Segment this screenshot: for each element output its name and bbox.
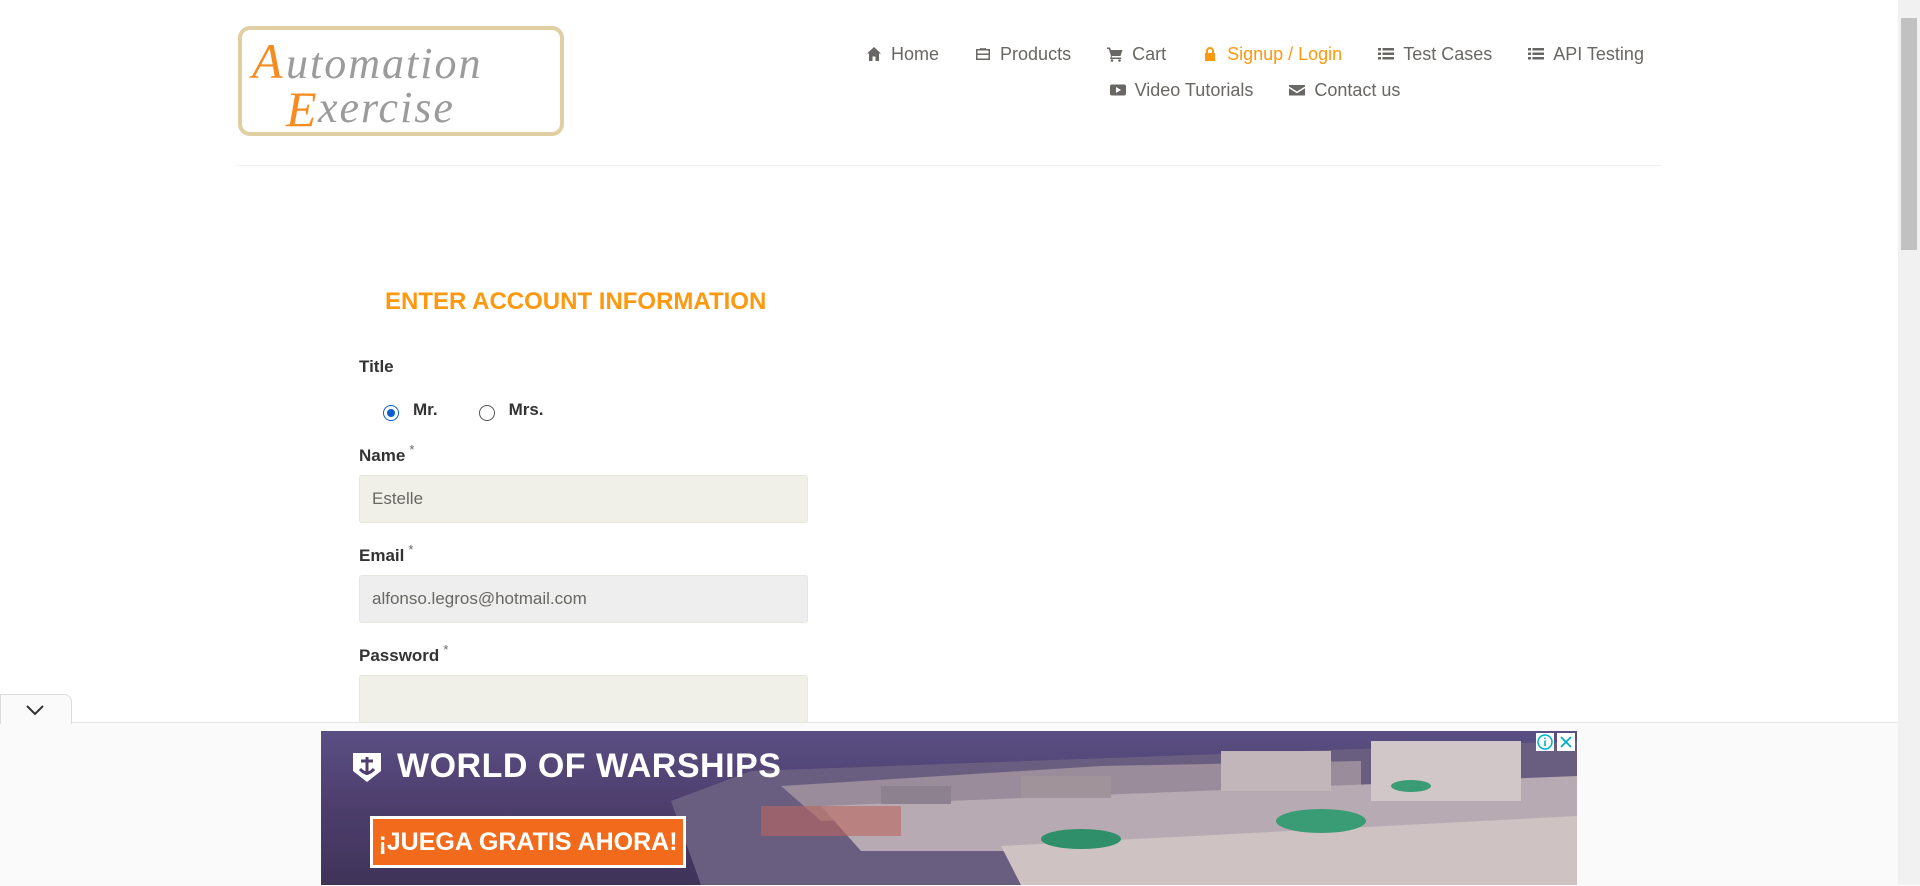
radio-mrs[interactable] [478, 405, 495, 421]
logo-letter-a: A [249, 33, 283, 89]
ad-controls [1536, 733, 1575, 751]
form-title: ENTER ACCOUNT INFORMATION [385, 288, 767, 315]
youtube-icon [1109, 84, 1126, 96]
ad-collapse-toggle[interactable] [0, 694, 72, 724]
ad-cta-button[interactable]: ¡JUEGA GRATIS AHORA! [370, 816, 686, 868]
email-label: Email * [359, 542, 414, 565]
nav-contact-us-label: Contact us [1314, 80, 1401, 100]
anchor-shield-icon [353, 752, 381, 782]
ad-close-button[interactable] [1557, 733, 1575, 751]
list-icon [1378, 48, 1395, 60]
nav-video-tutorials-label: Video Tutorials [1134, 80, 1254, 100]
nav-signup-login[interactable]: Signup / Login [1202, 36, 1342, 72]
nav-row-1: Home Products Cart Signup / Login Test C… [640, 36, 1870, 72]
password-field[interactable] [359, 675, 808, 723]
title-label: Title [359, 357, 394, 376]
cart-icon [1107, 47, 1123, 62]
title-radio-group: Mr. Mrs. [383, 400, 585, 421]
nav-api-testing[interactable]: API Testing [1528, 36, 1644, 72]
nav-signup-login-label: Signup / Login [1227, 44, 1343, 64]
envelope-icon [1289, 85, 1306, 96]
home-icon [867, 47, 882, 61]
nav-products[interactable]: Products [975, 36, 1071, 72]
radio-mrs-label[interactable]: Mrs. [509, 400, 544, 420]
name-label: Name * [359, 442, 415, 465]
required-mark: * [408, 542, 414, 557]
header-divider [236, 165, 1661, 166]
site-logo[interactable]: A utomation E xercise [238, 26, 564, 137]
page-scrollbar[interactable] [1898, 0, 1920, 885]
radio-mr[interactable] [383, 405, 399, 421]
ad-info-button[interactable] [1536, 733, 1554, 751]
ad-banner[interactable]: WORLD OF WARSHIPS ¡JUEGA GRATIS AHORA! [321, 731, 1577, 885]
nav-test-cases-label: Test Cases [1403, 44, 1493, 64]
ad-brand: WORLD OF WARSHIPS [349, 747, 781, 786]
main-nav: Home Products Cart Signup / Login Test C… [640, 36, 1870, 108]
nav-home-label: Home [891, 44, 940, 64]
nav-contact-us[interactable]: Contact us [1289, 72, 1400, 108]
logo-line2: xercise [317, 83, 455, 132]
logo-letter-e: E [285, 81, 317, 132]
chevron-down-icon [26, 705, 44, 716]
nav-products-label: Products [1000, 44, 1072, 64]
info-icon [1537, 734, 1553, 750]
nav-video-tutorials[interactable]: Video Tutorials [1109, 72, 1254, 108]
briefcase-icon [976, 48, 991, 60]
nav-api-testing-label: API Testing [1553, 44, 1644, 64]
password-label: Password * [359, 642, 449, 665]
logo-graphic: A utomation E xercise [249, 33, 480, 137]
required-mark: * [409, 442, 415, 457]
nav-home[interactable]: Home [866, 36, 939, 72]
nav-cart[interactable]: Cart [1107, 36, 1166, 72]
nav-cart-label: Cart [1132, 44, 1167, 64]
nav-row-2: Video Tutorials Contact us [640, 72, 1870, 108]
ad-brand-text: WORLD OF WARSHIPS [397, 747, 782, 785]
scrollbar-thumb[interactable] [1901, 18, 1917, 250]
email-field[interactable]: alfonso.legros@hotmail.com [359, 575, 808, 623]
close-icon [1560, 736, 1572, 748]
required-mark: * [443, 642, 449, 657]
lock-icon [1205, 47, 1216, 61]
list-icon [1528, 48, 1545, 60]
radio-mr-label[interactable]: Mr. [413, 400, 438, 420]
name-field[interactable]: Estelle [359, 475, 808, 523]
nav-test-cases[interactable]: Test Cases [1378, 36, 1492, 72]
